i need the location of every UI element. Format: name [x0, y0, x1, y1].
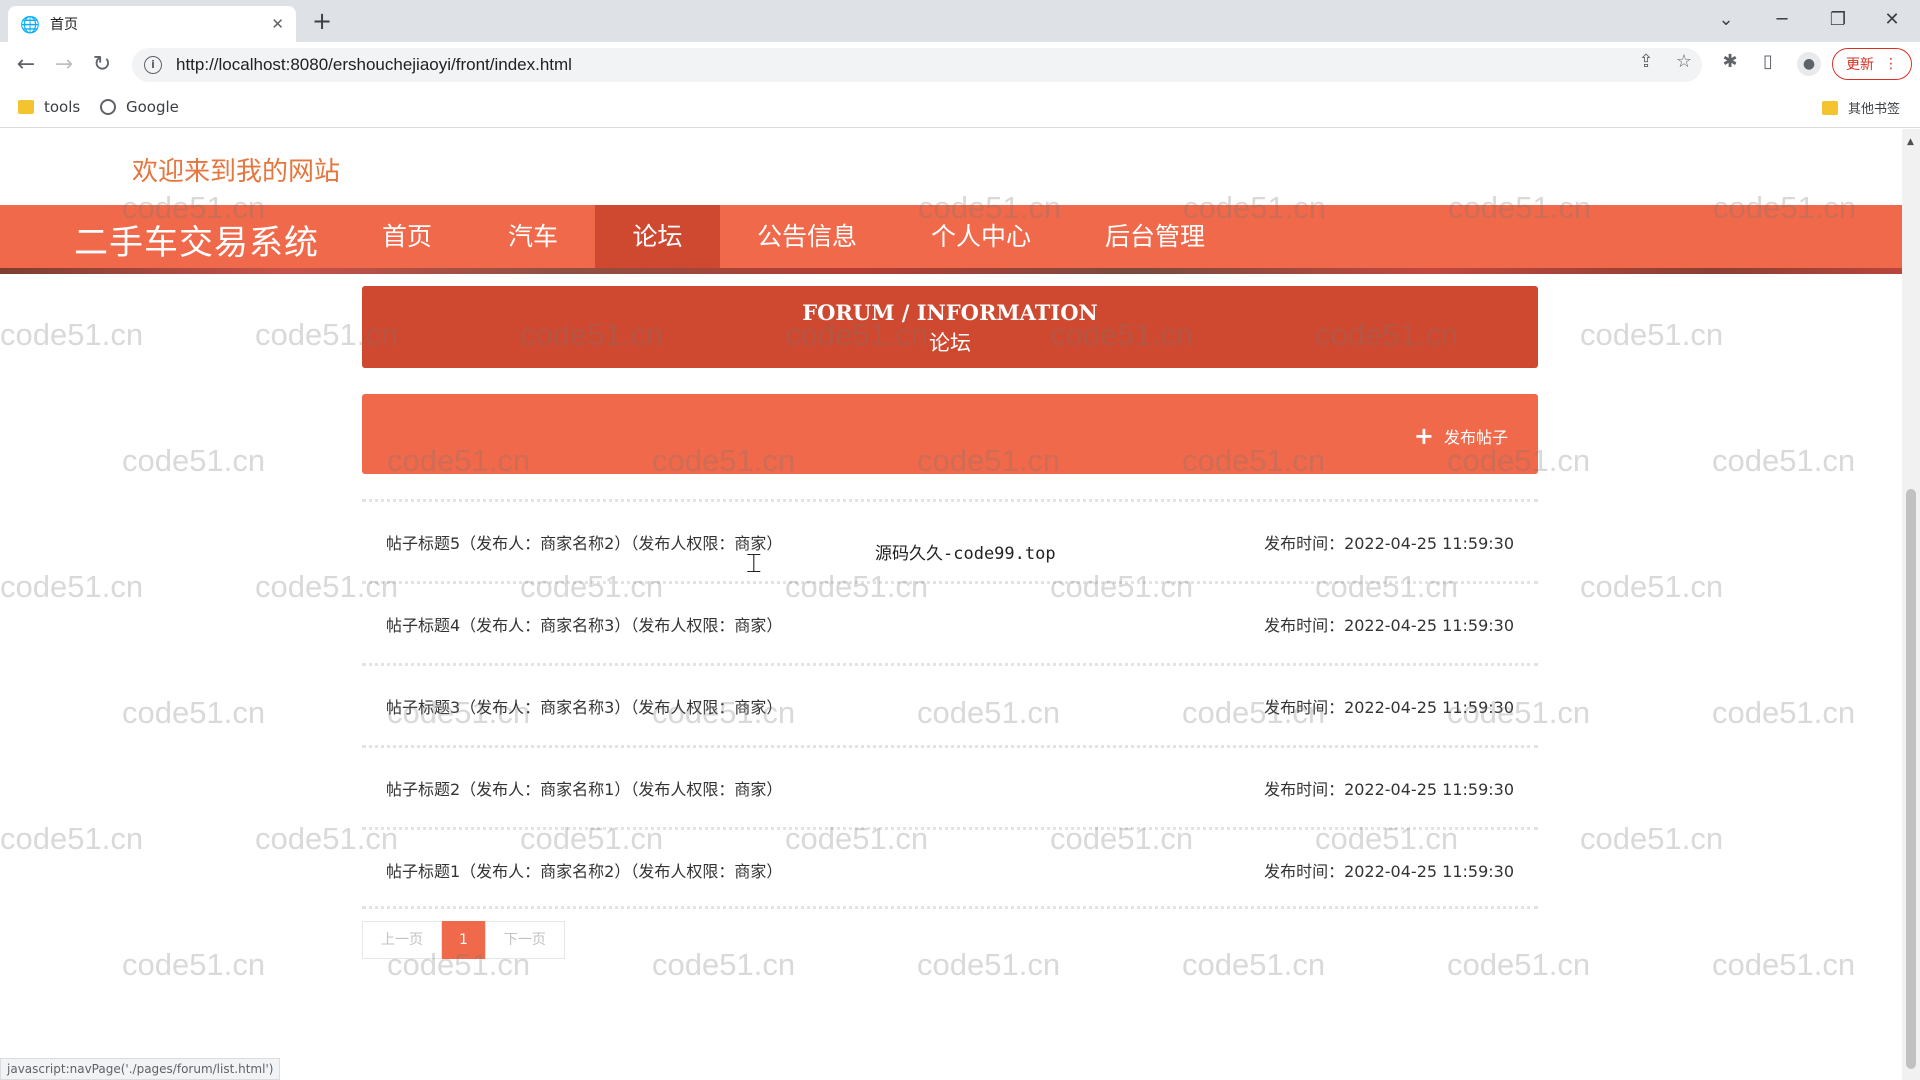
watermark: code51.cn	[652, 947, 796, 982]
site-info-icon[interactable]: i	[144, 56, 162, 74]
watermark: code51.cn	[122, 443, 266, 478]
globe-icon	[100, 99, 116, 115]
decorative-banner-strip	[0, 268, 1902, 274]
main-navbar: 二手车交易系统 首页 汽车 论坛 公告信息 个人中心 后台管理	[0, 205, 1902, 268]
watermark: code51.cn	[1182, 947, 1326, 982]
nav-forum[interactable]: 论坛	[595, 205, 720, 268]
watermark: code51.cn	[0, 569, 144, 604]
watermark: code51.cn	[122, 947, 266, 982]
globe-icon: 🌐	[20, 14, 40, 34]
post-time: 发布时间：2022-04-25 11:59:30	[1264, 698, 1514, 717]
watermark: code51.cn	[122, 695, 266, 730]
scroll-up-arrow-icon[interactable]: ▲	[1907, 137, 1914, 147]
watermark: code51.cn	[1580, 821, 1724, 856]
watermark: code51.cn	[1712, 695, 1856, 730]
folder-icon	[18, 100, 34, 114]
extensions-puzzle-icon[interactable]: ✱	[1716, 51, 1744, 72]
prev-page-button[interactable]: 上一页	[362, 921, 442, 959]
browser-tabstrip: 🌐 首页 ✕ + ⌄ ─ ❐ ✕	[0, 0, 1920, 42]
overlay-note: 源码久久-code99.top	[875, 544, 1056, 564]
back-arrow-icon[interactable]: ←	[12, 51, 40, 79]
profile-avatar-icon[interactable]: ●	[1797, 52, 1821, 76]
list-item[interactable]: 帖子标题4（发布人：商家名称3）（发布人权限：商家） 发布时间：2022-04-…	[362, 581, 1538, 663]
watermark: code51.cn	[0, 821, 144, 856]
minimize-button[interactable]: ─	[1762, 6, 1802, 34]
bookmark-label: Google	[126, 98, 179, 116]
page-scrollbar[interactable]: ▲	[1902, 129, 1920, 1080]
update-button[interactable]: 更新 ⋮	[1832, 48, 1912, 80]
tab-search-icon[interactable]: ⌄	[1706, 6, 1746, 34]
nav-personal-center[interactable]: 个人中心	[916, 205, 1046, 268]
post-title[interactable]: 帖子标题4（发布人：商家名称3）（发布人权限：商家）	[386, 612, 782, 636]
post-time: 发布时间：2022-04-25 11:59:30	[1264, 862, 1514, 881]
bookmark-tools[interactable]: tools	[18, 98, 80, 116]
reload-icon[interactable]: ↻	[88, 51, 116, 79]
update-label: 更新	[1846, 57, 1874, 73]
share-icon[interactable]: ⇪	[1632, 51, 1660, 72]
scrollbar-thumb[interactable]	[1906, 489, 1916, 1069]
page-number-current[interactable]: 1	[442, 921, 485, 959]
post-title[interactable]: 帖子标题1（发布人：商家名称2）（发布人权限：商家）	[386, 858, 782, 882]
nav-home[interactable]: 首页	[364, 205, 450, 268]
watermark: code51.cn	[1580, 317, 1724, 352]
bookmark-google[interactable]: Google	[100, 98, 179, 116]
folder-icon	[1822, 100, 1838, 115]
pagination: 上一页 1 下一页	[362, 921, 565, 959]
list-item[interactable]: 帖子标题1（发布人：商家名称2）（发布人权限：商家） 发布时间：2022-04-…	[362, 827, 1538, 909]
welcome-text: 欢迎来到我的网站	[132, 157, 341, 187]
list-item[interactable]: 帖子标题3（发布人：商家名称3）（发布人权限：商家） 发布时间：2022-04-…	[362, 663, 1538, 745]
publish-post-label: 发布帖子	[1443, 428, 1508, 447]
bookmark-star-icon[interactable]: ☆	[1670, 51, 1698, 72]
browser-toolbar: ← → ↻ i http://localhost:8080/ershouchej…	[0, 42, 1920, 88]
brand-title: 二手车交易系统	[74, 223, 319, 263]
other-bookmarks[interactable]: 其他书签	[1822, 98, 1900, 117]
other-bookmarks-label: 其他书签	[1848, 102, 1901, 117]
restore-button[interactable]: ❐	[1818, 6, 1858, 34]
post-title[interactable]: 帖子标题5（发布人：商家名称2）（发布人权限：商家）	[386, 530, 782, 554]
browser-tab[interactable]: 🌐 首页 ✕	[8, 6, 296, 42]
watermark: code51.cn	[917, 947, 1061, 982]
nav-announcements[interactable]: 公告信息	[742, 205, 872, 268]
close-window-button[interactable]: ✕	[1872, 6, 1912, 34]
post-title[interactable]: 帖子标题2（发布人：商家名称1）（发布人权限：商家）	[386, 776, 782, 800]
watermark: code51.cn	[1447, 947, 1591, 982]
close-tab-icon[interactable]: ✕	[271, 15, 284, 33]
address-bar[interactable]: i http://localhost:8080/ershouchejiaoyi/…	[132, 48, 1702, 82]
page-content: 欢迎来到我的网站 二手车交易系统 首页 汽车 论坛 公告信息 个人中心 后台管理…	[0, 129, 1902, 1080]
bookmarks-bar: tools Google 其他书签	[0, 88, 1920, 128]
new-tab-button[interactable]: +	[312, 8, 332, 34]
post-time: 发布时间：2022-04-25 11:59:30	[1264, 780, 1514, 799]
watermark: code51.cn	[1580, 569, 1724, 604]
forum-title-en: FORUM / INFORMATION	[802, 300, 1098, 325]
post-time: 发布时间：2022-04-25 11:59:30	[1264, 616, 1514, 635]
address-url[interactable]: http://localhost:8080/ershouchejiaoyi/fr…	[176, 55, 572, 75]
kebab-menu-icon[interactable]: ⋮	[1884, 56, 1898, 72]
status-bar: javascript:navPage('./pages/forum/list.h…	[0, 1058, 281, 1080]
watermark: code51.cn	[0, 317, 144, 352]
text-cursor-icon: ⌶	[746, 549, 762, 579]
forum-title-cn: 论坛	[929, 331, 971, 355]
forum-banner: FORUM / INFORMATION 论坛	[362, 286, 1538, 368]
watermark: code51.cn	[1712, 947, 1856, 982]
post-time: 发布时间：2022-04-25 11:59:30	[1264, 534, 1514, 553]
forum-action-bar: + 发布帖子	[362, 394, 1538, 474]
next-page-button[interactable]: 下一页	[484, 921, 565, 959]
nav-cars[interactable]: 汽车	[490, 205, 576, 268]
nav-admin[interactable]: 后台管理	[1090, 205, 1220, 268]
post-title[interactable]: 帖子标题3（发布人：商家名称3）（发布人权限：商家）	[386, 694, 782, 718]
publish-post-button[interactable]: + 发布帖子	[1414, 424, 1508, 448]
watermark: code51.cn	[1712, 443, 1856, 478]
side-panel-icon[interactable]: ▯	[1754, 51, 1782, 72]
plus-icon: +	[1413, 422, 1434, 450]
list-item[interactable]: 帖子标题2（发布人：商家名称1）（发布人权限：商家） 发布时间：2022-04-…	[362, 745, 1538, 827]
bookmark-label: tools	[44, 98, 81, 116]
tab-title: 首页	[50, 17, 78, 33]
forward-arrow-icon[interactable]: →	[50, 51, 78, 79]
